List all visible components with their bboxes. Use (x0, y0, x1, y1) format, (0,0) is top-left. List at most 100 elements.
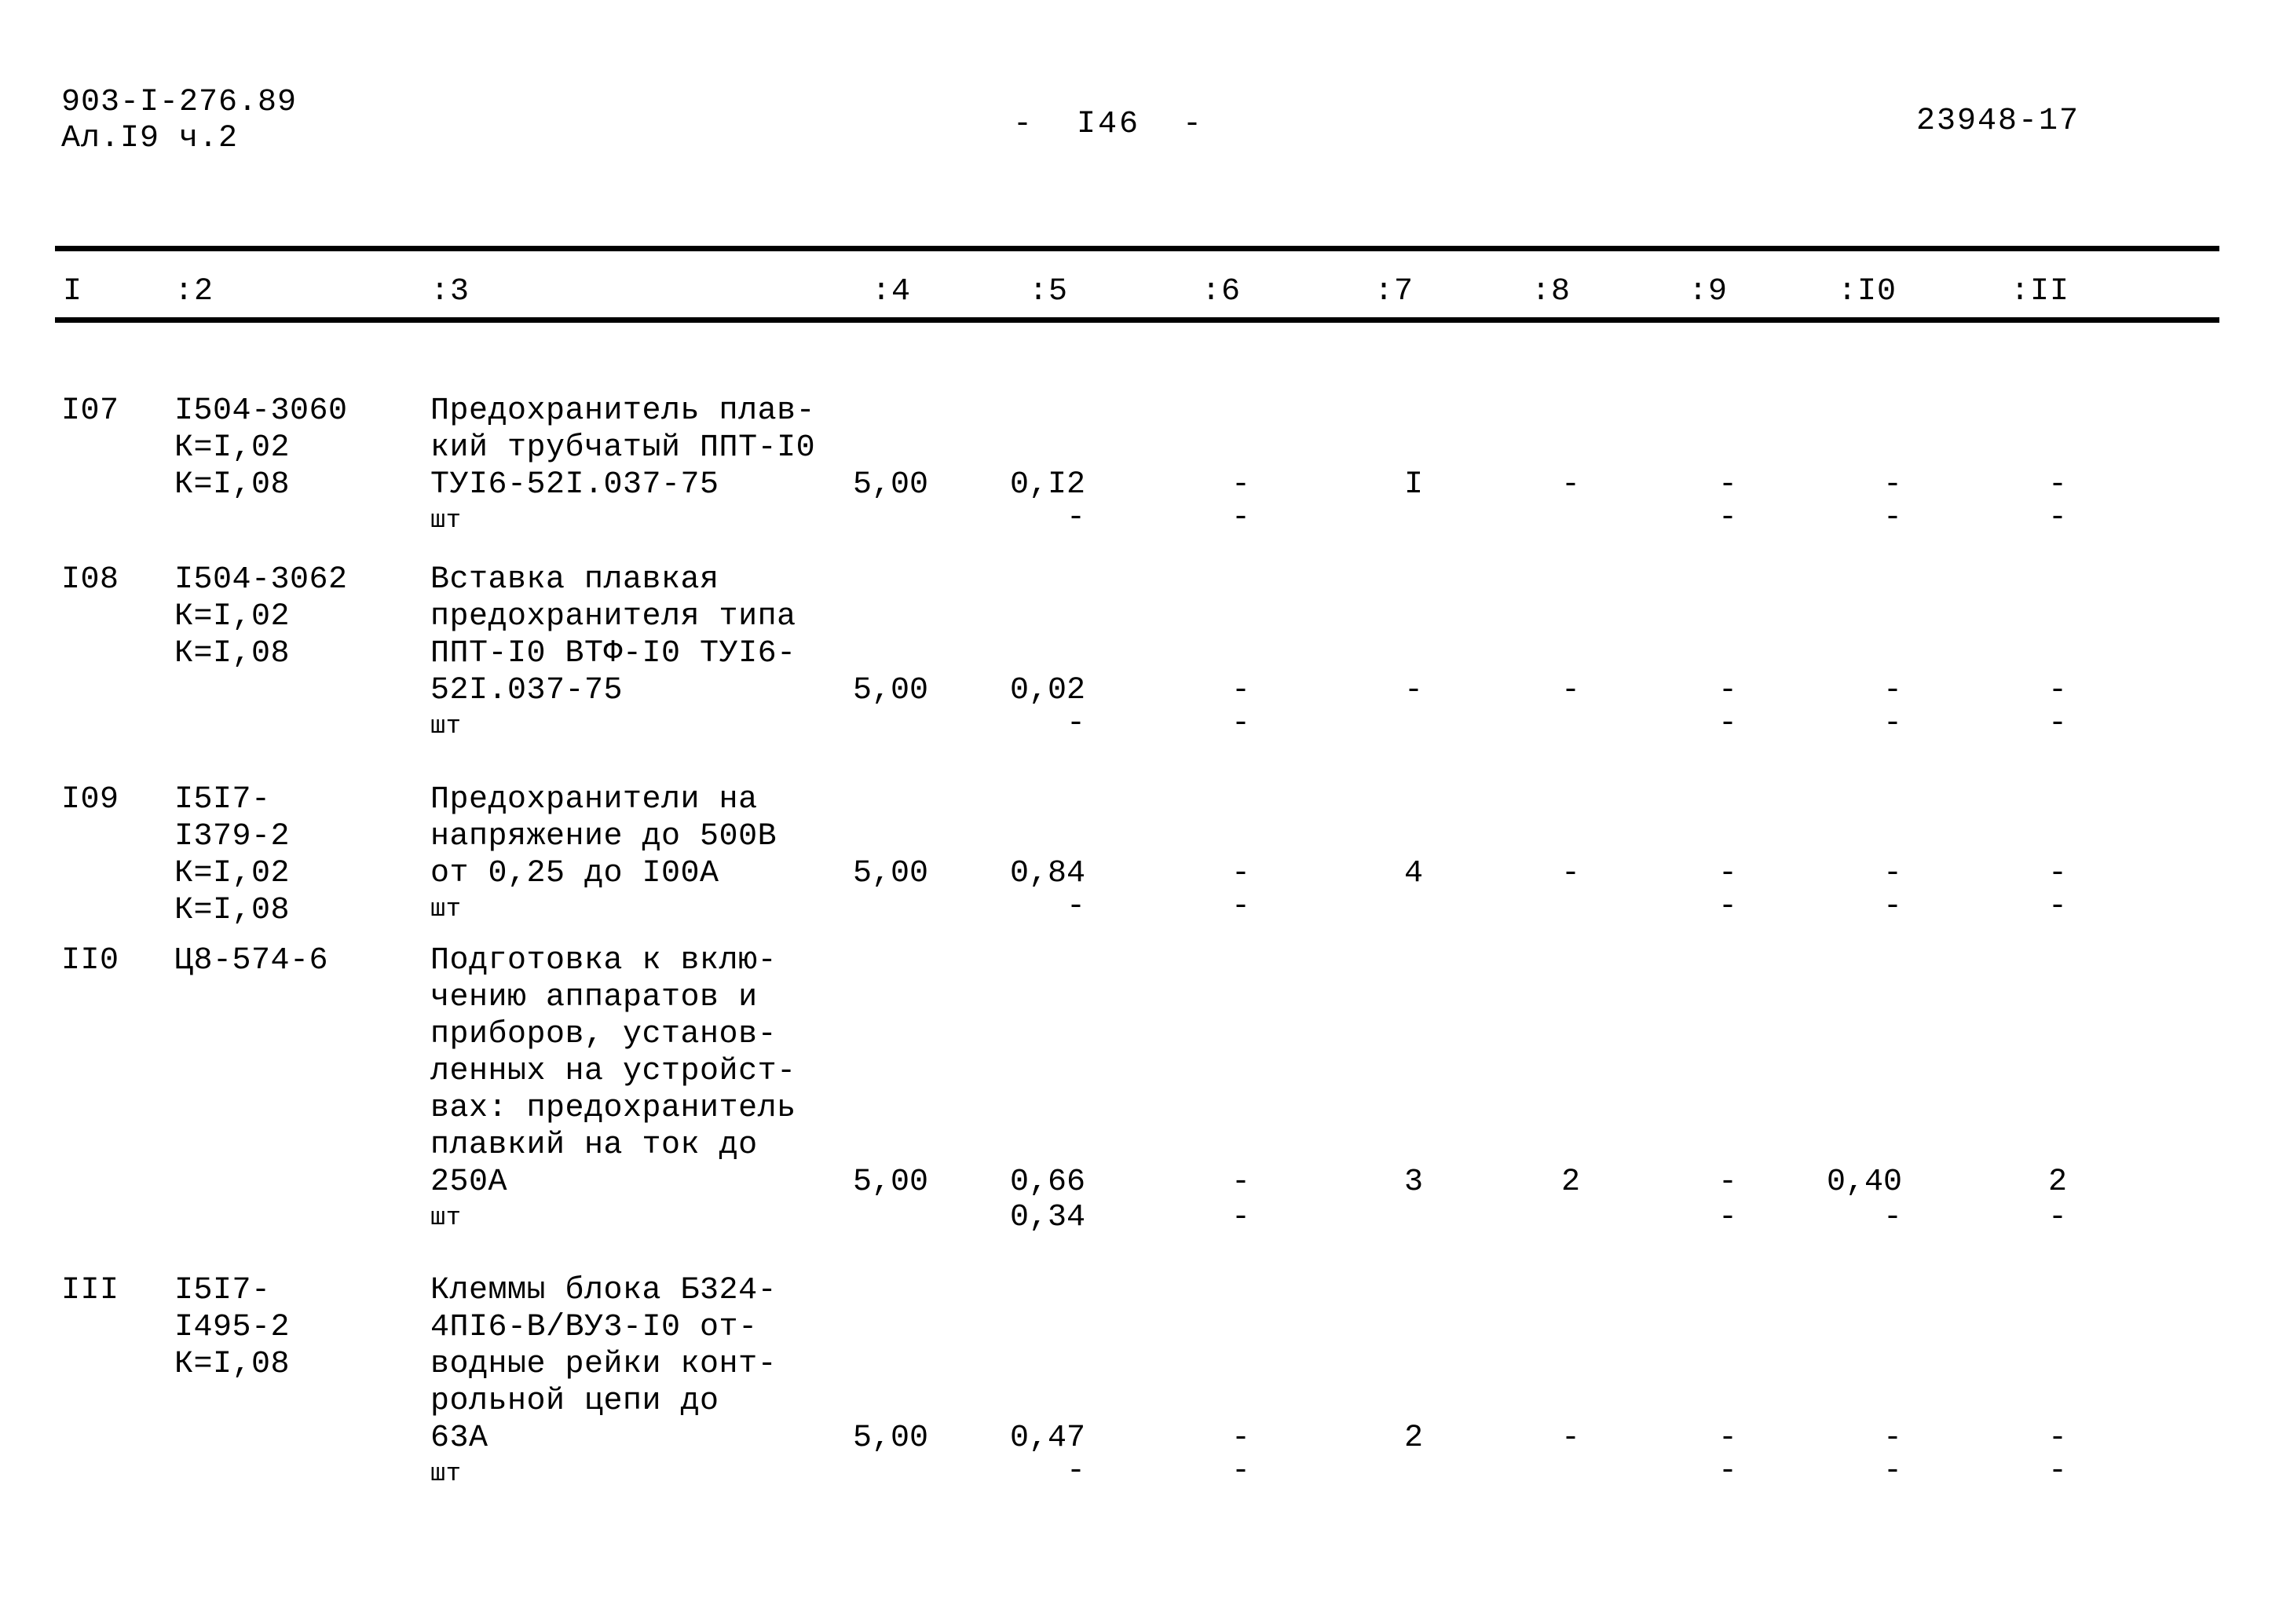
row-unit: шт (430, 506, 462, 535)
row-value-col9: - (1718, 1165, 1737, 1200)
row-number: I08 (61, 562, 119, 598)
row-value-col10b: - (1882, 500, 1902, 536)
row-value-col10b: - (1882, 889, 1902, 924)
row-value-col8: 2 (1560, 1165, 1580, 1200)
row-value-col4: 5,00 (852, 1421, 928, 1456)
row-number: I07 (61, 393, 119, 429)
row-description-text: Вставка плавкая предохранителя типа ППТ-… (430, 562, 796, 708)
row-value-col7: 2 (1403, 1421, 1423, 1456)
row-value-col5b: - (1066, 500, 1085, 536)
row-value-col7: 3 (1403, 1165, 1423, 1200)
row-value-col11: 2 (2047, 1165, 2067, 1200)
column-header-9: :9 (1688, 274, 1729, 309)
row-value-col6: - (1231, 467, 1250, 503)
column-header-4: :4 (872, 274, 912, 309)
row-unit: шт (430, 1203, 462, 1232)
row-value-col10: - (1882, 673, 1902, 708)
row-value-col9: - (1718, 856, 1737, 891)
table-rule-top (55, 246, 2219, 251)
row-value-col5b: - (1066, 1454, 1085, 1489)
row-value-col9b: - (1718, 1200, 1737, 1235)
row-value-col6: - (1231, 673, 1250, 708)
column-header-10: :I0 (1838, 274, 1897, 309)
column-header-1: I (63, 274, 83, 309)
row-value-col11b: - (2047, 1454, 2067, 1489)
row-description: Предохранитель плав- кий трубчатый ППТ-I… (430, 393, 815, 538)
row-number: I09 (61, 782, 119, 817)
row-value-col7: - (1403, 673, 1423, 708)
row-value-col10: - (1882, 856, 1902, 891)
document-code: 903-I-276.89 Ал.I9 ч.2 (61, 85, 297, 157)
row-value-col5: 0,47 (1009, 1421, 1085, 1456)
row-unit: шт (430, 1459, 462, 1488)
page-header: 903-I-276.89 Ал.I9 ч.2 - I46 - 23948-17 (0, 85, 2272, 171)
row-value-col8: - (1560, 856, 1580, 891)
row-value-col11b: - (2047, 1200, 2067, 1235)
row-value-col5b: - (1066, 889, 1085, 924)
row-value-col8: - (1560, 467, 1580, 503)
row-value-col5b: - (1066, 706, 1085, 741)
row-value-col9b: - (1718, 1454, 1737, 1489)
row-value-col10: 0,40 (1826, 1165, 1902, 1200)
column-header-6: :6 (1202, 274, 1242, 309)
row-value-col11: - (2047, 1421, 2067, 1456)
row-value-col9b: - (1718, 889, 1737, 924)
column-header-11: :II (2010, 274, 2070, 309)
row-description-text: Предохранители на напряжение до 500В от … (430, 782, 777, 891)
row-value-col11b: - (2047, 706, 2067, 741)
row-code: I504-3062 К=I,02 К=I,08 (174, 562, 348, 671)
row-value-col5b: 0,34 (1009, 1200, 1085, 1235)
table-rule-bottom (55, 317, 2219, 323)
column-header-3: :3 (430, 274, 470, 309)
row-value-col10: - (1882, 467, 1902, 503)
row-code: I504-3060 К=I,02 К=I,08 (174, 393, 348, 503)
row-value-col11b: - (2047, 889, 2067, 924)
row-value-col5: 0,66 (1009, 1165, 1085, 1200)
row-value-col9b: - (1718, 500, 1737, 536)
row-value-col11b: - (2047, 500, 2067, 536)
row-value-col4: 5,00 (852, 673, 928, 708)
row-value-col4: 5,00 (852, 1165, 928, 1200)
row-value-col6b: - (1231, 889, 1250, 924)
row-value-col6: - (1231, 856, 1250, 891)
column-header-5: :5 (1029, 274, 1069, 309)
row-description: Предохранители на напряжение до 500В от … (430, 781, 777, 927)
document-code-line2: Ал.I9 ч.2 (61, 121, 239, 156)
row-value-col9: - (1718, 467, 1737, 503)
row-value-col7: I (1403, 467, 1423, 503)
row-value-col5: 0,84 (1009, 856, 1085, 891)
document-code-line1: 903-I-276.89 (61, 85, 298, 120)
row-value-col11: - (2047, 856, 2067, 891)
row-number: II0 (61, 943, 119, 978)
row-code: I5I7- I495-2 К=I,08 (174, 1273, 291, 1382)
row-value-col11: - (2047, 467, 2067, 503)
row-value-col4: 5,00 (852, 467, 928, 503)
row-value-col9: - (1718, 1421, 1737, 1456)
row-value-col6b: - (1231, 1200, 1250, 1235)
row-number: III (61, 1273, 119, 1308)
column-header-2: :2 (174, 274, 214, 309)
column-header-7: :7 (1374, 274, 1414, 309)
column-header-8: :8 (1531, 274, 1571, 309)
row-value-col10: - (1882, 1421, 1902, 1456)
row-unit: шт (430, 894, 462, 924)
page-number: - I46 - (1013, 107, 1205, 142)
row-value-col5: 0,02 (1009, 673, 1085, 708)
row-value-col6: - (1231, 1165, 1250, 1200)
row-description-text: Клеммы блока Б324- 4ПI6-В/ВУ3-I0 от- вод… (430, 1273, 777, 1456)
row-value-col10b: - (1882, 1200, 1902, 1235)
row-value-col4: 5,00 (852, 856, 928, 891)
row-code: Ц8-574-6 (174, 943, 329, 978)
row-value-col10b: - (1882, 706, 1902, 741)
row-value-col8: - (1560, 673, 1580, 708)
row-value-col6b: - (1231, 1454, 1250, 1489)
row-description: Клеммы блока Б324- 4ПI6-В/ВУ3-I0 от- вод… (430, 1272, 777, 1491)
row-value-col6: - (1231, 1421, 1250, 1456)
row-value-col10b: - (1882, 1454, 1902, 1489)
row-value-col9: - (1718, 673, 1737, 708)
row-value-col11: - (2047, 673, 2067, 708)
row-code: I5I7- I379-2 К=I,02 К=I,08 (174, 782, 291, 928)
row-description-text: Подготовка к вклю- чению аппаратов и при… (430, 943, 796, 1200)
row-value-col6b: - (1231, 500, 1250, 536)
row-value-col5: 0,I2 (1009, 467, 1085, 503)
